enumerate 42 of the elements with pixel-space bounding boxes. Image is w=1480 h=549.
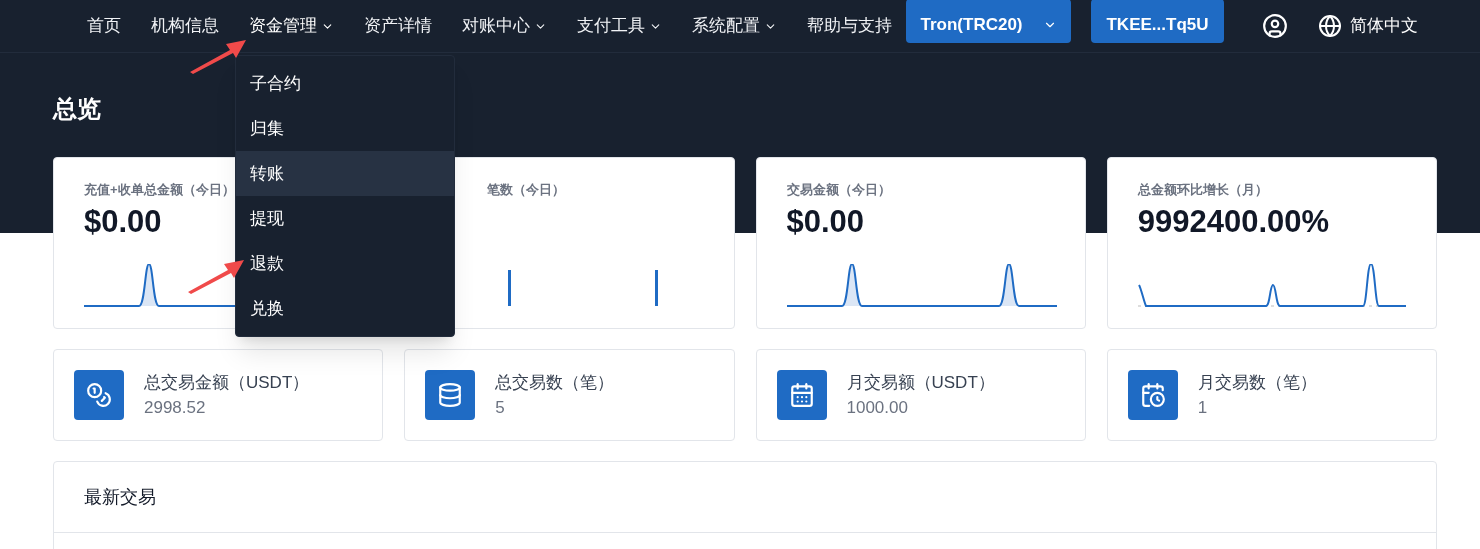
nav-menu-item[interactable]: 帮助与支持 <box>807 13 892 39</box>
metric-value: $0.00 <box>786 202 865 241</box>
metric-label: 总金额环比增长（月） <box>1137 181 1269 199</box>
calendar-clock-icon <box>1127 370 1178 420</box>
annotation-arrow-icon <box>186 258 246 294</box>
metric-label: 充值+收单总金额（今日） <box>84 181 236 199</box>
stat-value: 2998.52 <box>144 397 207 419</box>
dropdown-menu-item[interactable]: 退款 <box>236 241 454 287</box>
coins-icon <box>74 370 124 420</box>
nav-menu-item[interactable]: 系统配置 <box>692 13 777 39</box>
panel-title: 最新交易 <box>84 485 156 509</box>
metric-label: 笔数（今日） <box>486 181 567 199</box>
stat-label: 总交易数（笔） <box>495 371 615 394</box>
dropdown-menu-item[interactable]: 归集 <box>236 106 454 152</box>
network-select[interactable]: Tron(TRC20) <box>906 0 1071 43</box>
page-title: 总览 <box>53 94 101 124</box>
calendar-icon <box>776 370 827 420</box>
dropdown-menu-item[interactable]: 提现 <box>236 196 454 242</box>
metric-value: 9992400.00% <box>1137 202 1330 241</box>
stat-value: 1 <box>1197 397 1209 419</box>
stat-value: 1000.00 <box>846 397 909 419</box>
database-icon <box>425 370 476 420</box>
dropdown-menu-item[interactable]: 子合约 <box>236 61 454 107</box>
stat-label: 月交易额（USDT） <box>846 371 995 394</box>
annotation-arrow-icon <box>188 38 248 74</box>
nav-menu-item[interactable]: 资产详情 <box>364 13 432 39</box>
globe-icon <box>1318 14 1342 38</box>
dropdown-menu-item[interactable]: 转账 <box>236 151 454 197</box>
nav-menu-item[interactable]: 对账中心 <box>462 13 547 39</box>
metric-value: $0.00 <box>84 202 162 241</box>
metric-label: 交易金额（今日） <box>786 181 892 199</box>
language-select[interactable]: 简体中文 <box>1318 13 1418 39</box>
nav-menu-item[interactable]: 首页 <box>87 13 121 39</box>
stat-label: 总交易金额（USDT） <box>144 371 310 394</box>
user-icon[interactable] <box>1262 13 1288 39</box>
wallet-address-button[interactable]: TKEE...Tq5U <box>1091 0 1224 43</box>
stat-value: 5 <box>495 397 506 419</box>
nav-menu-item[interactable]: 资金管理 <box>249 13 334 39</box>
dropdown-menu-item[interactable]: 兑换 <box>236 286 454 332</box>
nav-menu-item[interactable]: 机构信息 <box>151 13 219 39</box>
nav-menu-item[interactable]: 支付工具 <box>577 13 662 39</box>
stat-label: 月交易数（笔） <box>1197 371 1317 394</box>
